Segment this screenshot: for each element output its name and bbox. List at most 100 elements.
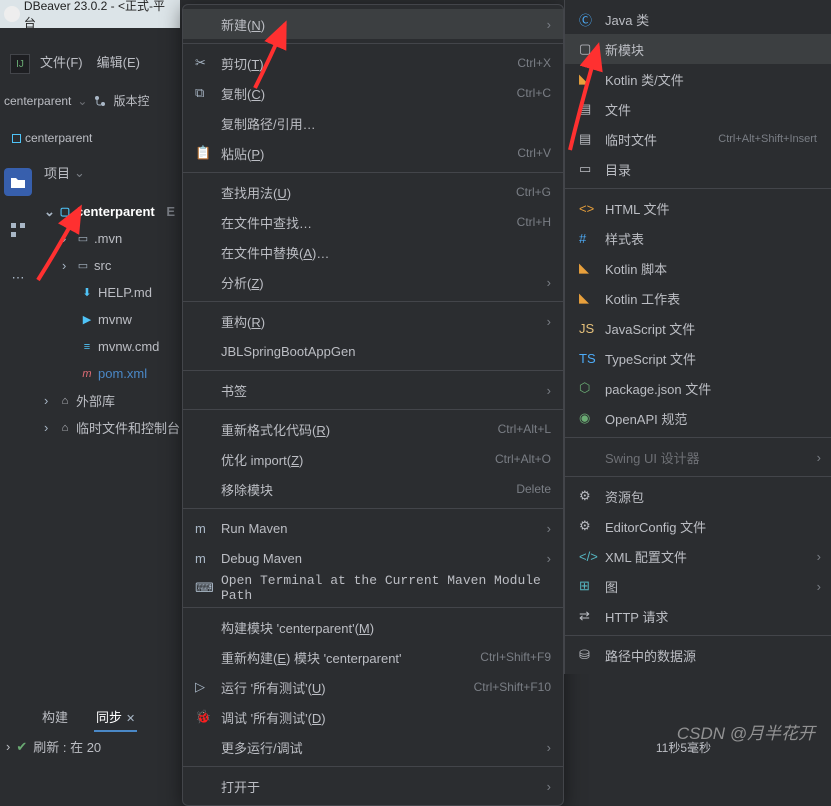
ctx-run[interactable]: ▷ 运行 '所有测试'(U) Ctrl+Shift+F10	[183, 672, 563, 702]
kotlin-icon: ◣	[579, 71, 595, 87]
graph-icon: ⊞	[579, 578, 595, 594]
module-icon	[12, 134, 21, 143]
ctx-rebuild[interactable]: 重新构建(E) 模块 'centerparent' Ctrl+Shift+F9	[183, 642, 563, 672]
module-label[interactable]: centerparent	[12, 131, 92, 145]
rail-structure[interactable]	[4, 216, 32, 244]
maven-icon: m	[195, 551, 211, 566]
kotlin-icon: ◣	[579, 260, 595, 276]
ctx-copypath[interactable]: 复制路径/引用…	[183, 108, 563, 138]
tree-src[interactable]: › ▭ src	[44, 252, 184, 279]
ctx-debug[interactable]: 🐞 调试 '所有测试'(D)	[183, 702, 563, 732]
menu-file[interactable]: 文件(F)	[40, 52, 83, 71]
project-panel-header[interactable]: 项目 ⌄	[44, 163, 85, 182]
left-rail: ⋯	[0, 160, 36, 292]
context-menu: 新建(N) › ✂ 剪切(T) Ctrl+X ⧉ 复制(C) Ctrl+C 复制…	[182, 4, 564, 806]
sub-dir[interactable]: ▭ 目录	[565, 154, 831, 184]
tab-build[interactable]: 构建	[40, 703, 70, 732]
maven-icon: m	[80, 367, 94, 381]
paste-icon: 📋	[195, 145, 211, 161]
breadcrumb: centerparent ⌄ 版本控	[4, 92, 149, 109]
sub-javaclass[interactable]: Ⓒ Java 类	[565, 4, 831, 34]
folder-icon: ▭	[579, 161, 595, 177]
sub-editorconfig[interactable]: ⚙ EditorConfig 文件	[565, 511, 831, 541]
ctx-cut[interactable]: ✂ 剪切(T) Ctrl+X	[183, 48, 563, 78]
java-class-icon: Ⓒ	[579, 10, 595, 29]
ctx-paste[interactable]: 📋 粘贴(P) Ctrl+V	[183, 138, 563, 168]
markdown-icon: ⬇	[80, 286, 94, 300]
new-submenu: Ⓒ Java 类 ▢ 新模块 ◣ Kotlin 类/文件 ▤ 文件 ▤ 临时文件…	[564, 0, 831, 674]
ctx-replaceinfiles[interactable]: 在文件中替换(A)…	[183, 237, 563, 267]
css-icon: #	[579, 231, 595, 246]
sub-js[interactable]: JS JavaScript 文件	[565, 313, 831, 343]
tree-ext[interactable]: › ⌂ 外部库	[44, 387, 184, 414]
ctx-openterm[interactable]: ⌨ Open Terminal at the Current Maven Mod…	[183, 573, 563, 603]
chevron-right-icon[interactable]: ›	[6, 739, 10, 754]
sub-kscript[interactable]: ◣ Kotlin 脚本	[565, 253, 831, 283]
copy-icon: ⧉	[195, 85, 211, 101]
sub-pkgjson[interactable]: ⬡ package.json 文件	[565, 373, 831, 403]
tree-pom[interactable]: m pom.xml	[44, 360, 184, 387]
ctx-removemod[interactable]: 移除模块 Delete	[183, 474, 563, 504]
titlebar-text: DBeaver 23.0.2 - <正式-平台	[24, 0, 176, 31]
ctx-openin[interactable]: 打开于 ›	[183, 771, 563, 801]
ctx-optimize[interactable]: 优化 import(Z) Ctrl+Alt+O	[183, 444, 563, 474]
caret-right-icon: ›	[44, 393, 54, 408]
sub-ts[interactable]: TS TypeScript 文件	[565, 343, 831, 373]
module-icon: ▢	[579, 41, 595, 57]
maven-icon: m	[195, 521, 211, 536]
ctx-bookmark[interactable]: 书签 ›	[183, 375, 563, 405]
ctx-debugmaven[interactable]: m Debug Maven ›	[183, 543, 563, 573]
tree-help[interactable]: ⬇ HELP.md	[44, 279, 184, 306]
chevron-right-icon: ›	[547, 383, 551, 398]
tree-mvn[interactable]: › ▭ .mvn	[44, 225, 184, 252]
ctx-runmaven[interactable]: m Run Maven ›	[183, 513, 563, 543]
sub-http[interactable]: ⇄ HTTP 请求	[565, 601, 831, 631]
sub-resbundle[interactable]: ⚙ 资源包	[565, 481, 831, 511]
sub-css[interactable]: # 样式表	[565, 223, 831, 253]
file-icon: ▤	[579, 101, 595, 117]
dbeaver-titlebar: DBeaver 23.0.2 - <正式-平台	[0, 0, 180, 28]
chevron-right-icon: ›	[547, 779, 551, 794]
close-icon[interactable]: ✕	[126, 713, 135, 725]
ts-icon: TS	[579, 351, 595, 366]
tree-mvnwcmd[interactable]: ≡ mvnw.cmd	[44, 333, 184, 360]
sub-graph[interactable]: ⊞ 图 ›	[565, 571, 831, 601]
tab-sync[interactable]: 同步✕	[94, 703, 137, 732]
sub-datasource[interactable]: ⛁ 路径中的数据源	[565, 640, 831, 670]
chevron-right-icon: ›	[547, 275, 551, 290]
ctx-refactor[interactable]: 重构(R) ›	[183, 306, 563, 336]
ctx-copy[interactable]: ⧉ 复制(C) Ctrl+C	[183, 78, 563, 108]
ctx-findusages[interactable]: 查找用法(U) Ctrl+G	[183, 177, 563, 207]
ctx-buildmod[interactable]: 构建模块 'centerparent'(M)	[183, 612, 563, 642]
ctx-findinfiles[interactable]: 在文件中查找… Ctrl+H	[183, 207, 563, 237]
ctx-reformat[interactable]: 重新格式化代码(R) Ctrl+Alt+L	[183, 414, 563, 444]
sub-xml[interactable]: </> XML 配置文件 ›	[565, 541, 831, 571]
chevron-right-icon: ›	[547, 521, 551, 536]
rail-project[interactable]	[4, 168, 32, 196]
sub-kotlin[interactable]: ◣ Kotlin 类/文件	[565, 64, 831, 94]
chevron-down-icon: ⌄	[74, 165, 85, 181]
breadcrumb-version[interactable]: 版本控	[113, 92, 149, 109]
breadcrumb-centerparent[interactable]: centerparent	[4, 94, 71, 108]
menu-edit[interactable]: 编辑(E)	[97, 52, 140, 71]
chevron-right-icon: ›	[547, 551, 551, 566]
rail-more[interactable]: ⋯	[4, 264, 32, 292]
html-icon: <>	[579, 201, 595, 216]
sub-swing[interactable]: Swing UI 设计器 ›	[565, 442, 831, 472]
sub-file[interactable]: ▤ 文件	[565, 94, 831, 124]
ctx-analyze[interactable]: 分析(Z) ›	[183, 267, 563, 297]
sub-kws[interactable]: ◣ Kotlin 工作表	[565, 283, 831, 313]
tree-mvnw[interactable]: ▶ mvnw	[44, 306, 184, 333]
tree-scratch[interactable]: › ⌂ 临时文件和控制台	[44, 414, 184, 441]
tree-root[interactable]: ⌄ ▢ centerparent E	[44, 198, 184, 225]
caret-right-icon: ›	[44, 420, 54, 435]
ctx-jblgen[interactable]: JBLSpringBootAppGen	[183, 336, 563, 366]
ctx-more[interactable]: 更多运行/调试 ›	[183, 732, 563, 762]
sub-scratch[interactable]: ▤ 临时文件 Ctrl+Alt+Shift+Insert	[565, 124, 831, 154]
sub-module[interactable]: ▢ 新模块	[565, 34, 831, 64]
vcs-branch-icon	[93, 94, 107, 108]
sub-html[interactable]: <> HTML 文件	[565, 193, 831, 223]
sub-openapi[interactable]: ◉ OpenAPI 规范	[565, 403, 831, 433]
ide-logo[interactable]: IJ	[10, 54, 30, 74]
ctx-new[interactable]: 新建(N) ›	[183, 9, 563, 39]
